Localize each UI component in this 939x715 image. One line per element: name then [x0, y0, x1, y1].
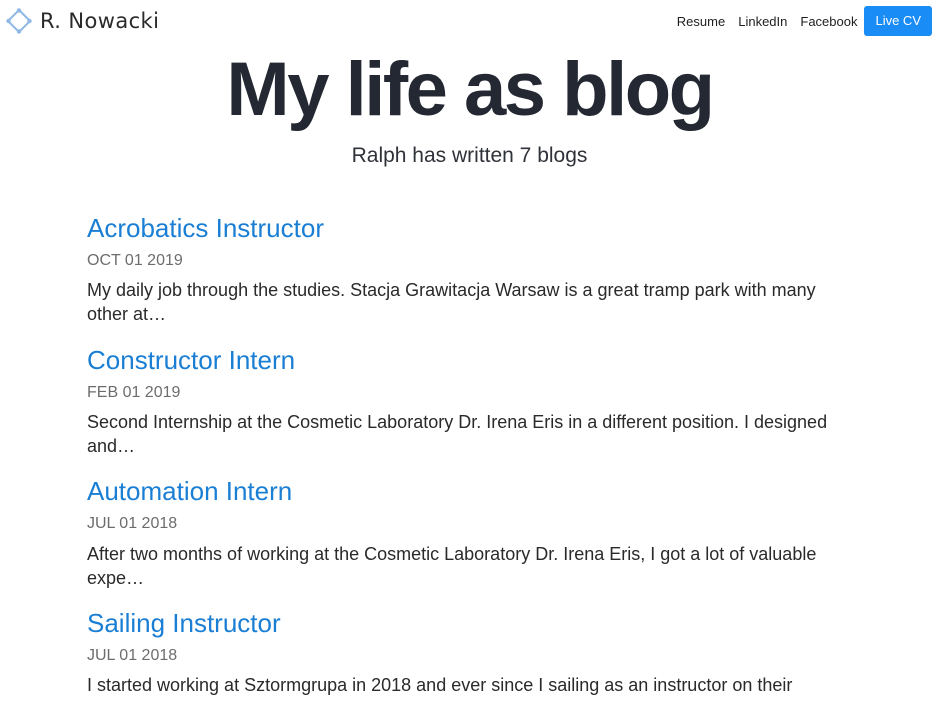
list-item: Automation Intern JUL 01 2018 After two … — [87, 476, 867, 590]
post-date: JUL 01 2018 — [87, 646, 178, 664]
diamond-logo-icon — [6, 8, 32, 34]
post-title-link[interactable]: Constructor Intern — [87, 345, 867, 376]
post-title-link[interactable]: Sailing Instructor — [87, 608, 867, 639]
post-excerpt: After two months of working at the Cosme… — [87, 543, 817, 588]
post-date: JUL 01 2018 — [87, 515, 178, 533]
post-excerpt: Second Internship at the Cosmetic Labora… — [87, 411, 828, 457]
blog-post-list: Acrobatics Instructor OCT 01 2019 My dai… — [87, 213, 867, 715]
brand-home-link[interactable]: R. Nowacki — [6, 8, 159, 34]
list-item: Sailing Instructor JUL 01 2018 I started… — [87, 608, 867, 697]
page-title: My life as blog — [226, 47, 715, 132]
post-date: FEB 01 2019 — [87, 383, 181, 401]
post-title-link[interactable]: Automation Intern — [87, 476, 867, 507]
brand-name: R. Nowacki — [40, 9, 160, 33]
page-subtitle: Ralph has written 7 blogs — [351, 144, 588, 167]
nav-links: Resume LinkedIn Facebook Live CV — [664, 6, 932, 36]
nav-link-resume[interactable]: Resume — [677, 14, 725, 29]
hero: My life as blog Ralph has written 7 blog… — [0, 52, 939, 168]
nav-link-facebook[interactable]: Facebook — [800, 14, 857, 29]
post-excerpt: My daily job through the studies. Stacja… — [87, 280, 816, 325]
list-item: Acrobatics Instructor OCT 01 2019 My dai… — [87, 213, 867, 327]
live-cv-button[interactable]: Live CV — [864, 6, 932, 36]
list-item: Constructor Intern FEB 01 2019 Second In… — [87, 345, 867, 459]
top-navbar: R. Nowacki Resume LinkedIn Facebook Live… — [0, 0, 939, 42]
post-title-link[interactable]: Acrobatics Instructor — [87, 213, 867, 244]
post-excerpt: I started working at Sztormgrupa in 2018… — [87, 675, 793, 696]
post-date: OCT 01 2019 — [87, 252, 183, 270]
nav-link-linkedin[interactable]: LinkedIn — [738, 14, 787, 29]
